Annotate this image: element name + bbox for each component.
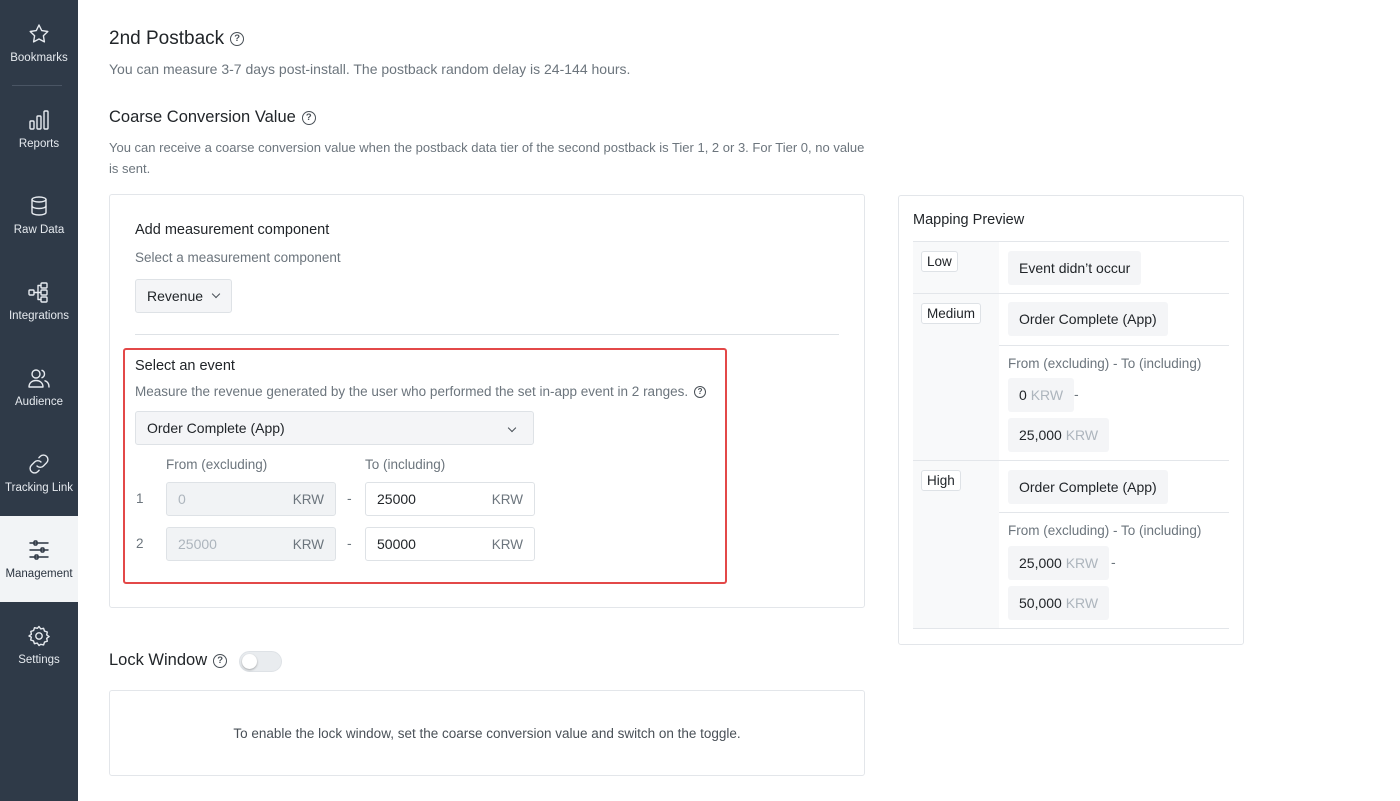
range-dash: - bbox=[347, 535, 352, 551]
unit-label: KRW bbox=[1065, 555, 1099, 571]
range-from-input: 25000 KRW bbox=[166, 527, 336, 561]
sidebar-item-label: Integrations bbox=[8, 310, 70, 322]
mapping-event-chip: Order Complete (App) bbox=[1008, 470, 1168, 504]
integrations-icon bbox=[27, 280, 51, 304]
component-dropdown[interactable]: Revenue bbox=[135, 279, 232, 313]
mapping-from-value: 0 bbox=[1019, 387, 1027, 403]
sidebar-item-bookmarks[interactable]: Bookmarks bbox=[0, 0, 78, 86]
range-to-value: 25000 bbox=[377, 491, 416, 507]
mapping-preview-title: Mapping Preview bbox=[913, 212, 1025, 228]
unit-label: KRW bbox=[292, 536, 324, 552]
sidebar-item-label: Reports bbox=[18, 138, 60, 150]
event-dropdown[interactable]: Order Complete (App) bbox=[135, 411, 534, 445]
sidebar-item-settings[interactable]: Settings bbox=[0, 602, 78, 688]
lock-window-box: To enable the lock window, set the coars… bbox=[109, 690, 865, 776]
chevron-down-icon bbox=[507, 423, 517, 433]
sidebar-item-audience[interactable]: Audience bbox=[0, 344, 78, 430]
sliders-icon bbox=[27, 538, 51, 562]
tier-badge-medium: Medium bbox=[921, 303, 982, 324]
bar-chart-icon bbox=[27, 108, 51, 132]
mapping-event-chip: Order Complete (App) bbox=[1008, 302, 1168, 336]
coarse-title: Coarse Conversion Value bbox=[109, 108, 296, 126]
from-header: From (excluding) bbox=[166, 457, 268, 472]
mapping-from-chip: 25,000 KRW bbox=[1008, 546, 1110, 580]
add-component-label: Add measurement component bbox=[135, 222, 330, 238]
lock-window-label: Lock Window bbox=[109, 651, 208, 669]
coarse-section-title: Coarse Conversion Value ? bbox=[109, 108, 316, 127]
sidebar: Bookmarks Reports Raw Data Integrations … bbox=[0, 0, 78, 801]
coarse-description: You can receive a coarse conversion valu… bbox=[109, 140, 865, 176]
unit-label: KRW bbox=[1030, 387, 1064, 403]
range-row-number: 1 bbox=[136, 491, 144, 506]
lock-window-message: To enable the lock window, set the coars… bbox=[233, 725, 741, 741]
divider bbox=[135, 334, 839, 335]
select-component-hint: Select a measurement component bbox=[135, 250, 341, 265]
range-from-value: 0 bbox=[178, 491, 186, 507]
range-from-value: 25000 bbox=[178, 536, 217, 552]
range-from-input: 0 KRW bbox=[166, 482, 336, 516]
postback-subtitle: You can measure 3-7 days post-install. T… bbox=[109, 61, 631, 77]
toggle-knob bbox=[242, 654, 257, 669]
help-icon[interactable]: ? bbox=[213, 653, 228, 668]
sidebar-item-reports[interactable]: Reports bbox=[0, 86, 78, 172]
users-icon bbox=[27, 366, 51, 390]
help-icon[interactable]: ? bbox=[230, 32, 245, 46]
mapping-range-label: From (excluding) - To (including) bbox=[1008, 356, 1202, 371]
lock-window-title: Lock Window ? bbox=[109, 651, 228, 670]
sidebar-item-tracking-link[interactable]: Tracking Link bbox=[0, 430, 78, 516]
sidebar-item-management[interactable]: Management bbox=[0, 516, 78, 602]
divider bbox=[999, 345, 1229, 346]
lock-window-toggle[interactable] bbox=[239, 651, 282, 672]
mapping-to-chip: 25,000 KRW bbox=[1008, 418, 1110, 452]
unit-label: KRW bbox=[1065, 427, 1099, 443]
range-row-number: 2 bbox=[136, 536, 144, 551]
sidebar-item-label: Bookmarks bbox=[10, 52, 68, 64]
mapping-range-label: From (excluding) - To (including) bbox=[1008, 523, 1202, 538]
mapping-from-value: 25,000 bbox=[1019, 555, 1062, 571]
star-icon bbox=[27, 22, 51, 46]
range-to-input[interactable]: 50000 KRW bbox=[365, 527, 535, 561]
unit-label: KRW bbox=[292, 491, 324, 507]
page-title: 2nd Postback ? bbox=[109, 28, 245, 50]
gear-icon bbox=[27, 624, 51, 648]
sidebar-item-raw-data[interactable]: Raw Data bbox=[0, 172, 78, 258]
mapping-to-value: 50,000 bbox=[1019, 595, 1062, 611]
divider bbox=[999, 512, 1229, 513]
unit-label: KRW bbox=[491, 491, 523, 507]
database-icon bbox=[27, 194, 51, 218]
help-icon[interactable]: ? bbox=[694, 385, 707, 398]
postback-title: 2nd Postback bbox=[109, 28, 225, 49]
unit-label: KRW bbox=[491, 536, 523, 552]
unit-label: KRW bbox=[1065, 595, 1099, 611]
divider bbox=[913, 628, 1229, 629]
select-event-desc: Measure the revenue generated by the use… bbox=[135, 384, 689, 399]
component-value: Revenue bbox=[147, 288, 204, 304]
sidebar-item-label: Raw Data bbox=[13, 224, 65, 236]
sidebar-item-integrations[interactable]: Integrations bbox=[0, 258, 78, 344]
sidebar-item-label: Audience bbox=[15, 396, 63, 408]
event-value: Order Complete (App) bbox=[147, 420, 285, 436]
tier-badge-high: High bbox=[921, 470, 961, 491]
mapping-event-chip: Event didn’t occur bbox=[1008, 251, 1142, 285]
sidebar-item-label: Tracking Link bbox=[5, 482, 73, 494]
mapping-from-chip: 0 KRW bbox=[1008, 378, 1075, 412]
range-to-input[interactable]: 25000 KRW bbox=[365, 482, 535, 516]
link-icon bbox=[27, 452, 51, 476]
to-header: To (including) bbox=[365, 457, 446, 472]
mapping-to-value: 25,000 bbox=[1019, 427, 1062, 443]
chevron-down-icon bbox=[211, 289, 221, 299]
tier-badge-low: Low bbox=[921, 251, 958, 272]
mapping-to-chip: 50,000 KRW bbox=[1008, 586, 1110, 620]
mapping-dash: - bbox=[1111, 554, 1116, 570]
range-to-value: 50000 bbox=[377, 536, 416, 552]
sidebar-item-label: Settings bbox=[18, 654, 60, 666]
help-icon[interactable]: ? bbox=[301, 110, 316, 125]
select-event-label: Select an event bbox=[135, 358, 235, 374]
sidebar-item-label: Management bbox=[5, 568, 73, 580]
mapping-dash: - bbox=[1074, 386, 1079, 402]
range-dash: - bbox=[347, 490, 352, 506]
select-event-desc-row: Measure the revenue generated by the use… bbox=[135, 384, 707, 399]
